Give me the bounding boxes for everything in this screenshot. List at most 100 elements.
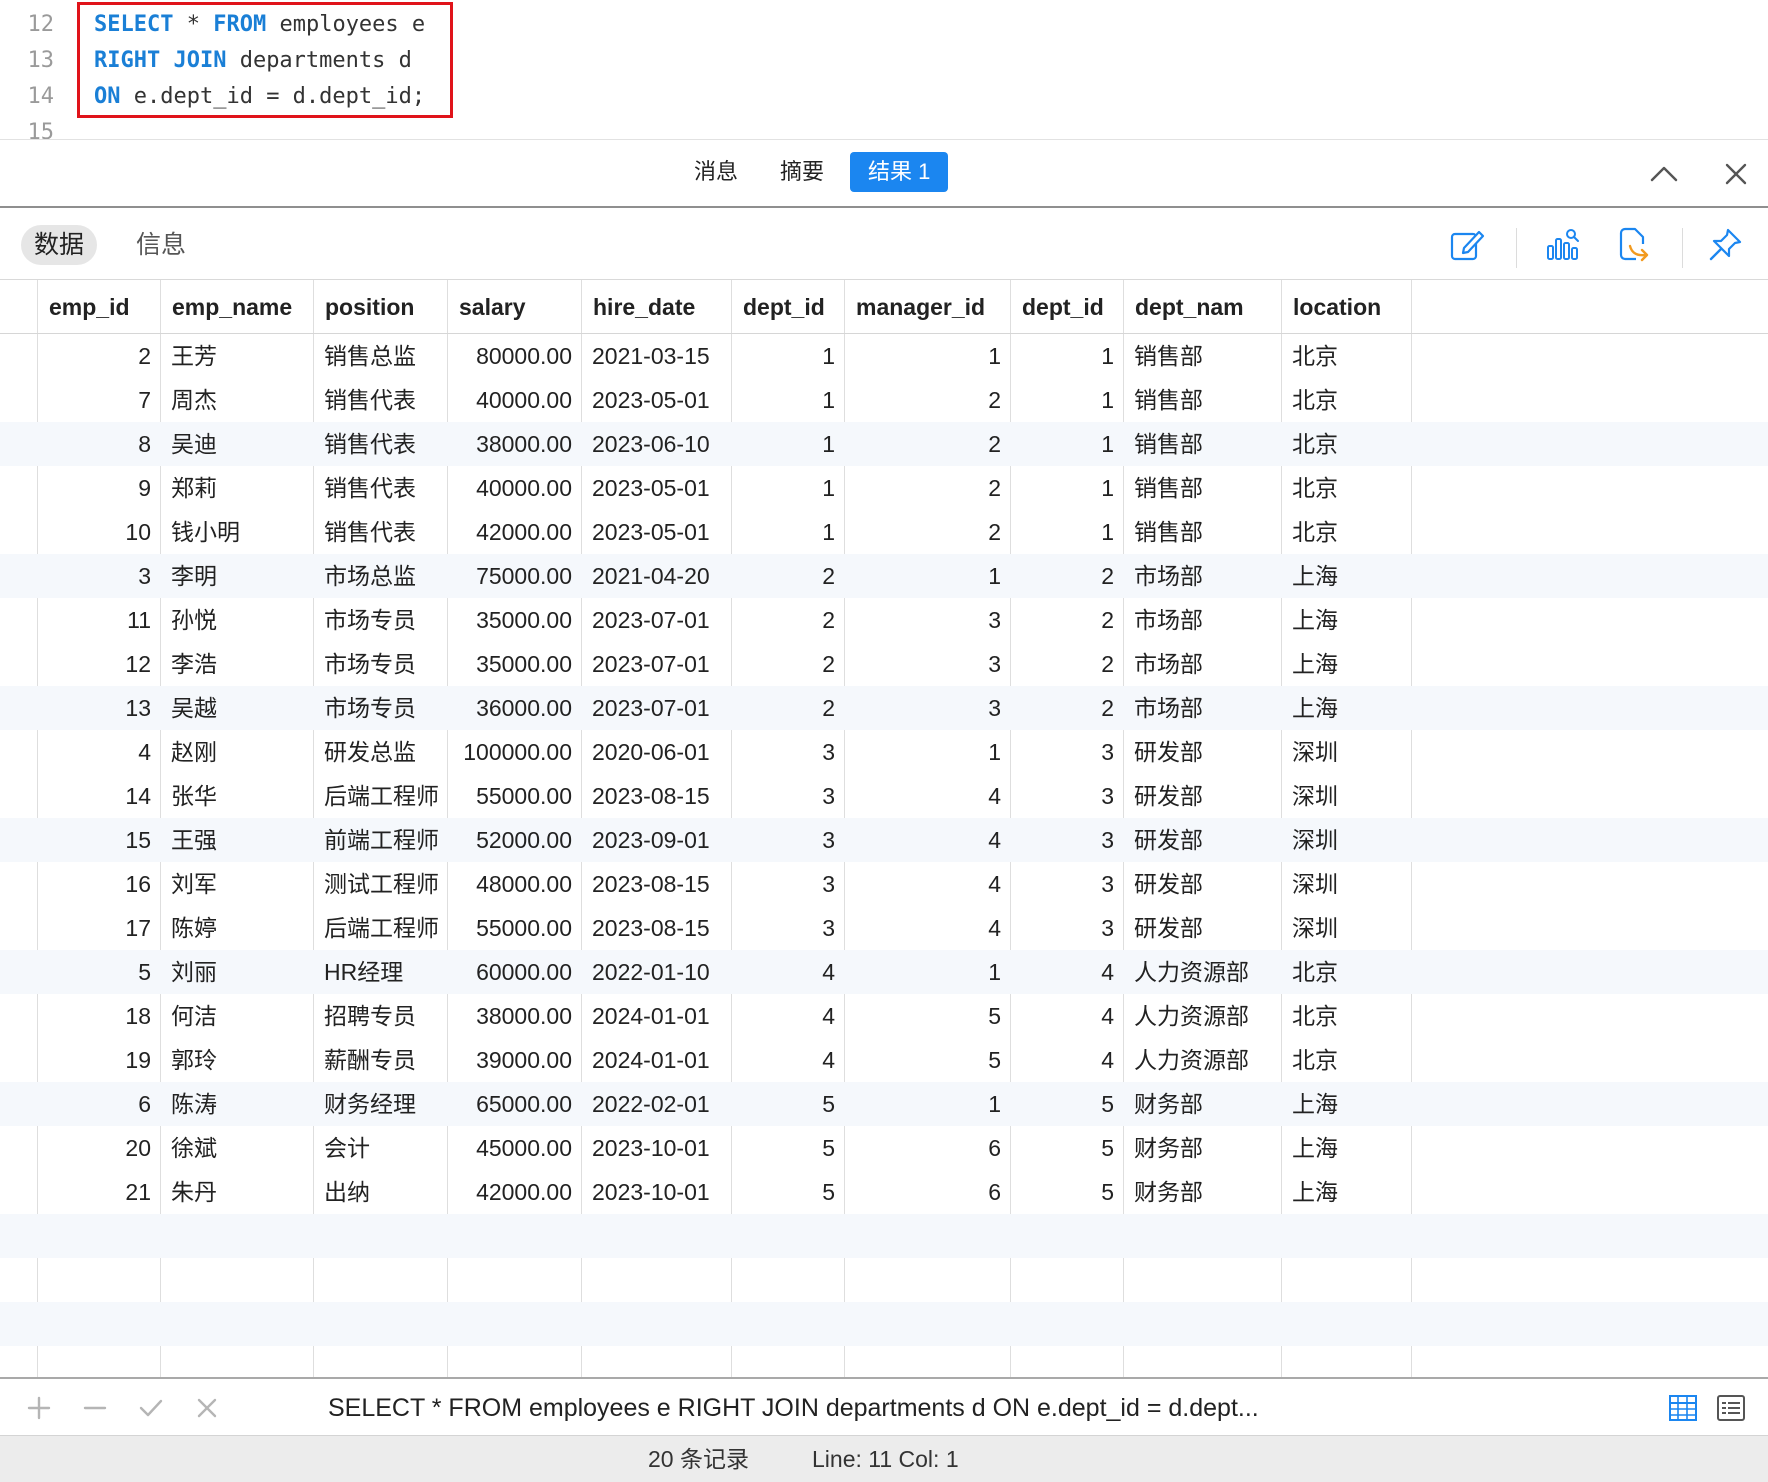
table-cell-manager-id[interactable]: 3 (844, 598, 1010, 642)
table-cell-dept-nam[interactable]: 市场部 (1123, 554, 1281, 598)
table-cell-dept-id[interactable]: 2 (1010, 554, 1123, 598)
result-grid[interactable]: emp_id emp_name position salary hire_date dep… (0, 280, 1768, 1377)
table-cell-dept-nam[interactable]: 市场部 (1123, 642, 1281, 686)
table-cell-hire-date[interactable]: 2023-08-15 (581, 906, 731, 950)
table-cell-dept-nam[interactable]: 人力资源部 (1123, 1038, 1281, 1082)
table-cell-manager-id[interactable]: 2 (844, 378, 1010, 422)
table-cell-manager-id[interactable]: 5 (844, 994, 1010, 1038)
table-cell-emp-name[interactable]: 吴迪 (160, 422, 313, 466)
table-cell-hire-date[interactable]: 2024-01-01 (581, 994, 731, 1038)
table-cell-emp-id[interactable]: 15 (37, 818, 160, 862)
table-cell-dept-id[interactable]: 1 (731, 510, 844, 554)
table-cell-manager-id[interactable]: 4 (844, 906, 1010, 950)
table-cell-hire-date[interactable]: 2023-05-01 (581, 510, 731, 554)
table-cell-emp-id[interactable]: 9 (37, 466, 160, 510)
table-cell-emp-id[interactable]: 3 (37, 554, 160, 598)
table-cell-location[interactable]: 北京 (1281, 334, 1411, 378)
table-cell-position[interactable]: 销售代表 (313, 510, 447, 554)
table-cell-emp-name[interactable]: 郑莉 (160, 466, 313, 510)
table-cell-manager-id[interactable]: 3 (844, 642, 1010, 686)
table-row[interactable]: 5 刘丽 HR经理 60000.00 2022-01-10 4 1 4 人力资源部 北京 (0, 950, 1768, 994)
table-cell-hire-date[interactable]: 2020-06-01 (581, 730, 731, 774)
table-cell-dept-id[interactable]: 4 (731, 950, 844, 994)
table-cell-manager-id[interactable]: 3 (844, 686, 1010, 730)
table-cell-dept-id[interactable]: 3 (1010, 818, 1123, 862)
table-cell-dept-id[interactable]: 3 (731, 774, 844, 818)
table-row[interactable]: 10 钱小明 销售代表 42000.00 2023-05-01 1 2 1 销售部 北京 (0, 510, 1768, 554)
collapse-chevron-up-icon[interactable] (1648, 158, 1680, 190)
table-cell-dept-id[interactable]: 2 (731, 686, 844, 730)
table-cell-dept-id[interactable]: 3 (731, 906, 844, 950)
table-cell-dept-id[interactable]: 1 (1010, 510, 1123, 554)
table-cell-emp-name[interactable]: 郭玲 (160, 1038, 313, 1082)
table-cell-emp-name[interactable]: 王芳 (160, 334, 313, 378)
table-cell-salary[interactable]: 40000.00 (447, 466, 581, 510)
table-cell-emp-name[interactable]: 刘军 (160, 862, 313, 906)
table-cell-dept-id[interactable]: 4 (1010, 1038, 1123, 1082)
table-cell-emp-id[interactable]: 18 (37, 994, 160, 1038)
table-cell-position[interactable]: 销售代表 (313, 422, 447, 466)
table-cell-dept-nam[interactable]: 销售部 (1123, 334, 1281, 378)
table-row[interactable]: 12 李浩 市场专员 35000.00 2023-07-01 2 3 2 市场部 上海 (0, 642, 1768, 686)
table-cell-position[interactable]: 出纳 (313, 1170, 447, 1214)
table-cell-location[interactable]: 北京 (1281, 378, 1411, 422)
table-cell-emp-name[interactable]: 吴越 (160, 686, 313, 730)
column-header[interactable]: dept_id (1010, 280, 1123, 334)
table-cell-emp-id[interactable]: 10 (37, 510, 160, 554)
table-cell-location[interactable]: 上海 (1281, 598, 1411, 642)
table-cell-location[interactable]: 深圳 (1281, 774, 1411, 818)
table-cell-dept-nam[interactable]: 研发部 (1123, 730, 1281, 774)
table-cell-dept-nam[interactable]: 财务部 (1123, 1170, 1281, 1214)
table-cell-salary[interactable]: 65000.00 (447, 1082, 581, 1126)
table-cell-manager-id[interactable]: 6 (844, 1126, 1010, 1170)
table-cell-emp-name[interactable]: 徐斌 (160, 1126, 313, 1170)
table-cell-hire-date[interactable]: 2023-09-01 (581, 818, 731, 862)
table-cell-hire-date[interactable]: 2023-05-01 (581, 466, 731, 510)
table-cell-hire-date[interactable]: 2023-10-01 (581, 1126, 731, 1170)
table-cell-emp-id[interactable]: 12 (37, 642, 160, 686)
table-cell-emp-id[interactable]: 4 (37, 730, 160, 774)
table-cell-hire-date[interactable]: 2021-03-15 (581, 334, 731, 378)
table-cell-dept-id[interactable]: 2 (1010, 686, 1123, 730)
table-cell-dept-id[interactable]: 5 (731, 1126, 844, 1170)
table-cell-salary[interactable]: 36000.00 (447, 686, 581, 730)
table-cell-dept-id[interactable]: 1 (731, 334, 844, 378)
table-cell-emp-id[interactable]: 19 (37, 1038, 160, 1082)
table-cell-hire-date[interactable]: 2023-06-10 (581, 422, 731, 466)
table-cell-emp-name[interactable]: 刘丽 (160, 950, 313, 994)
table-row[interactable]: 6 陈涛 财务经理 65000.00 2022-02-01 5 1 5 财务部 上海 (0, 1082, 1768, 1126)
table-cell-salary[interactable]: 45000.00 (447, 1126, 581, 1170)
table-cell-emp-id[interactable]: 13 (37, 686, 160, 730)
table-cell-dept-nam[interactable]: 研发部 (1123, 862, 1281, 906)
table-cell-position[interactable]: 市场专员 (313, 598, 447, 642)
table-row[interactable]: 19 郭玲 薪酬专员 39000.00 2024-01-01 4 5 4 人力资源部 北京 (0, 1038, 1768, 1082)
table-cell-position[interactable]: 销售代表 (313, 378, 447, 422)
table-cell-location[interactable]: 北京 (1281, 510, 1411, 554)
table-row[interactable]: 20 徐斌 会计 45000.00 2023-10-01 5 6 5 财务部 上海 (0, 1126, 1768, 1170)
table-cell-manager-id[interactable]: 1 (844, 554, 1010, 598)
export-icon[interactable] (1616, 226, 1654, 264)
table-cell-dept-id[interactable]: 5 (1010, 1170, 1123, 1214)
table-cell-salary[interactable]: 39000.00 (447, 1038, 581, 1082)
table-cell-dept-id[interactable]: 1 (1010, 466, 1123, 510)
table-cell-emp-id[interactable]: 20 (37, 1126, 160, 1170)
table-row[interactable]: 15 王强 前端工程师 52000.00 2023-09-01 3 4 3 研发部 深圳 (0, 818, 1768, 862)
table-cell-location[interactable]: 上海 (1281, 1170, 1411, 1214)
table-cell-dept-nam[interactable]: 研发部 (1123, 818, 1281, 862)
table-cell-emp-name[interactable]: 何洁 (160, 994, 313, 1038)
table-cell-dept-nam[interactable]: 市场部 (1123, 598, 1281, 642)
grid-view-icon[interactable] (1668, 1393, 1698, 1423)
table-cell-hire-date[interactable]: 2023-08-15 (581, 774, 731, 818)
segment-info[interactable]: 信息 (123, 225, 199, 265)
table-row[interactable]: 11 孙悦 市场专员 35000.00 2023-07-01 2 3 2 市场部 上海 (0, 598, 1768, 642)
table-row[interactable]: 4 赵刚 研发总监 100000.00 2020-06-01 3 1 3 研发部 深圳 (0, 730, 1768, 774)
table-cell-dept-nam[interactable]: 研发部 (1123, 774, 1281, 818)
table-cell-position[interactable]: 财务经理 (313, 1082, 447, 1126)
table-cell-hire-date[interactable]: 2021-04-20 (581, 554, 731, 598)
table-cell-dept-id[interactable]: 1 (731, 378, 844, 422)
table-row[interactable]: 21 朱丹 出纳 42000.00 2023-10-01 5 6 5 财务部 上海 (0, 1170, 1768, 1214)
table-cell-salary[interactable]: 55000.00 (447, 906, 581, 950)
table-cell-dept-nam[interactable]: 销售部 (1123, 466, 1281, 510)
table-cell-position[interactable]: 销售总监 (313, 334, 447, 378)
table-cell-manager-id[interactable]: 4 (844, 774, 1010, 818)
